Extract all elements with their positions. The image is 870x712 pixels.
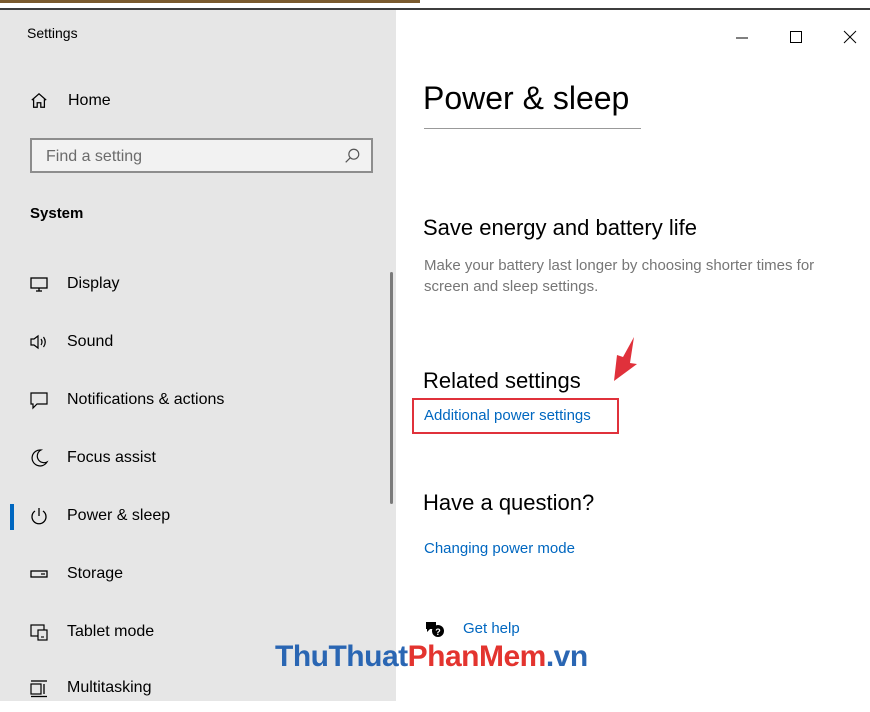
sidebar-scrollbar[interactable]	[390, 272, 393, 504]
storage-icon	[28, 563, 50, 585]
minimize-icon	[736, 37, 748, 39]
display-icon	[28, 273, 50, 295]
watermark: ThuThuatPhanMem.vn	[275, 640, 588, 674]
home-nav-item[interactable]: Home	[30, 90, 111, 112]
sound-icon	[28, 331, 50, 353]
active-indicator	[10, 504, 14, 530]
sidebar-item-label: Tablet mode	[67, 623, 155, 640]
sidebar-item-notifications[interactable]: Notifications & actions	[0, 376, 396, 424]
watermark-part2: PhanMem	[407, 640, 547, 673]
minimize-button[interactable]	[719, 22, 765, 52]
sidebar: Settings Home System Display Sound Notif…	[0, 10, 396, 701]
sidebar-item-sound[interactable]: Sound	[0, 318, 396, 366]
app-title: Settings	[27, 25, 78, 41]
red-arrow-annotation	[614, 337, 637, 381]
home-label: Home	[68, 92, 111, 109]
search-box[interactable]	[30, 138, 373, 173]
maximize-button[interactable]	[773, 22, 819, 52]
home-icon	[31, 92, 47, 108]
have-a-question-heading: Have a question?	[423, 490, 595, 515]
page-title: Power & sleep	[423, 80, 630, 116]
svg-text:?: ?	[435, 627, 441, 637]
power-icon	[28, 505, 50, 527]
sidebar-item-label: Multitasking	[67, 679, 152, 696]
sidebar-item-label: Storage	[67, 565, 124, 582]
focus-assist-icon	[28, 447, 50, 469]
sidebar-item-label: Power & sleep	[67, 507, 171, 524]
search-icon[interactable]	[343, 147, 361, 165]
watermark-part3: .vn	[545, 640, 588, 673]
get-help-icon: ?	[426, 622, 444, 637]
watermark-part1: ThuThuat	[275, 640, 408, 673]
title-underline	[424, 128, 641, 129]
close-icon	[843, 30, 857, 44]
sidebar-item-focus-assist[interactable]: Focus assist	[0, 434, 396, 482]
section-title-system: System	[30, 205, 84, 222]
sidebar-item-display[interactable]: Display	[0, 260, 396, 308]
sidebar-item-label: Notifications & actions	[67, 391, 225, 408]
sidebar-item-storage[interactable]: Storage	[0, 550, 396, 598]
main-content: Power & sleep Save energy and battery li…	[396, 10, 870, 701]
window-top-border	[0, 0, 870, 10]
related-settings-heading: Related settings	[423, 368, 581, 393]
notifications-icon	[28, 389, 50, 411]
save-energy-heading: Save energy and battery life	[423, 215, 697, 240]
search-input[interactable]	[44, 145, 338, 169]
tablet-mode-icon	[28, 621, 50, 643]
changing-power-mode-link[interactable]: Changing power mode	[424, 540, 575, 557]
get-help-link[interactable]: Get help	[463, 620, 520, 637]
sidebar-item-label: Sound	[67, 333, 114, 350]
sidebar-item-label: Display	[67, 275, 120, 292]
maximize-icon	[790, 31, 802, 43]
additional-power-settings-link[interactable]: Additional power settings	[424, 407, 591, 424]
window-top-accent	[0, 0, 420, 3]
sidebar-item-power-sleep[interactable]: Power & sleep	[0, 492, 396, 540]
close-button[interactable]	[827, 22, 870, 52]
multitasking-icon	[28, 677, 50, 699]
sidebar-item-label: Focus assist	[67, 449, 156, 466]
save-energy-description: Make your battery last longer by choosin…	[424, 257, 815, 295]
